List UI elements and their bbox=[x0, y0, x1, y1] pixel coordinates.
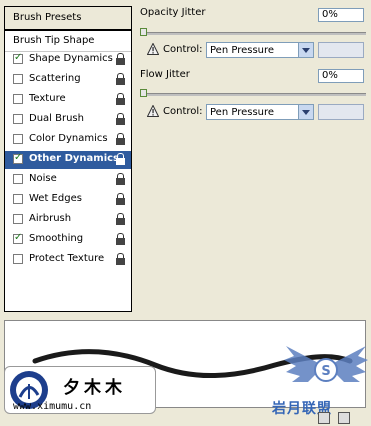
brush-tip-shape-label: Brush Tip Shape bbox=[13, 35, 95, 46]
lock-icon[interactable] bbox=[115, 253, 126, 265]
option-row[interactable]: Wet Edges bbox=[5, 191, 131, 209]
opacity-jitter-label: Opacity Jitter bbox=[140, 7, 206, 18]
flow-control-select[interactable]: Pen Pressure bbox=[206, 104, 314, 120]
option-checkbox[interactable] bbox=[13, 134, 23, 144]
watermark-url: www.ximumu.cn bbox=[13, 401, 92, 412]
lock-icon[interactable] bbox=[115, 113, 126, 125]
delete-preset-button[interactable] bbox=[338, 412, 350, 424]
opacity-jitter-input[interactable]: 0% bbox=[318, 8, 364, 22]
watermark-badge: 夕木木 www.ximumu.cn bbox=[4, 366, 156, 414]
opacity-control-value: Pen Pressure bbox=[210, 45, 275, 56]
option-label: Dual Brush bbox=[29, 113, 84, 124]
lock-icon[interactable] bbox=[115, 73, 126, 85]
option-label: Scattering bbox=[29, 73, 81, 84]
lock-icon[interactable] bbox=[115, 53, 126, 65]
flow-jitter-slider-thumb[interactable] bbox=[140, 89, 147, 97]
flow-minimum-field bbox=[318, 104, 364, 120]
option-row[interactable]: Other Dynamics bbox=[5, 151, 131, 169]
option-checkbox[interactable] bbox=[13, 94, 23, 104]
lock-icon[interactable] bbox=[115, 133, 126, 145]
lock-icon[interactable] bbox=[115, 193, 126, 205]
opacity-jitter-slider-thumb[interactable] bbox=[140, 28, 147, 36]
flow-jitter-label: Flow Jitter bbox=[140, 69, 190, 80]
opacity-control-label: Control: bbox=[163, 44, 203, 55]
option-checkbox[interactable] bbox=[13, 152, 23, 164]
option-checkbox[interactable] bbox=[13, 174, 23, 184]
option-checkbox[interactable] bbox=[13, 114, 23, 124]
option-label: Wet Edges bbox=[29, 193, 82, 204]
lock-icon[interactable] bbox=[115, 213, 126, 225]
chevron-down-icon[interactable] bbox=[298, 43, 313, 57]
option-row[interactable]: Color Dynamics bbox=[5, 131, 131, 149]
watermark-chinese-name: 夕木木 bbox=[63, 378, 126, 398]
brush-presets-label: Brush Presets bbox=[13, 12, 82, 23]
option-row[interactable]: Dual Brush bbox=[5, 111, 131, 129]
option-row[interactable]: Noise bbox=[5, 171, 131, 189]
option-row[interactable]: Smoothing bbox=[5, 231, 131, 249]
option-row[interactable]: Texture bbox=[5, 91, 131, 109]
lock-icon[interactable] bbox=[115, 233, 126, 245]
flow-jitter-input[interactable]: 0% bbox=[318, 69, 364, 83]
option-row[interactable]: Shape Dynamics bbox=[5, 51, 131, 69]
lock-icon[interactable] bbox=[115, 173, 126, 185]
option-label: Noise bbox=[29, 173, 57, 184]
lock-icon[interactable] bbox=[115, 93, 126, 105]
flow-control-value: Pen Pressure bbox=[210, 107, 275, 118]
brush-presets-item[interactable]: Brush Presets bbox=[5, 7, 131, 31]
svg-text:S: S bbox=[321, 364, 330, 379]
option-label: Smoothing bbox=[29, 233, 84, 244]
option-label: Shape Dynamics bbox=[29, 53, 113, 64]
option-checkbox[interactable] bbox=[13, 194, 23, 204]
opacity-control-select[interactable]: Pen Pressure bbox=[206, 42, 314, 58]
brush-panel: Brush Presets Brush Tip Shape Shape Dyna… bbox=[0, 0, 371, 426]
new-preset-button[interactable] bbox=[318, 412, 330, 424]
option-checkbox[interactable] bbox=[13, 214, 23, 224]
option-label: Other Dynamics bbox=[29, 153, 120, 164]
option-checkbox[interactable] bbox=[13, 254, 23, 264]
brush-options-list: Brush Presets Brush Tip Shape Shape Dyna… bbox=[4, 6, 132, 312]
dynamics-option-list: Shape Dynamics Scattering Texture Dual Brus… bbox=[5, 51, 131, 291]
option-row[interactable]: Airbrush bbox=[5, 211, 131, 229]
option-checkbox[interactable] bbox=[13, 52, 23, 64]
lock-icon[interactable] bbox=[115, 153, 126, 165]
option-row[interactable]: Scattering bbox=[5, 71, 131, 89]
flow-control-label: Control: bbox=[163, 106, 203, 117]
opacity-jitter-slider[interactable] bbox=[140, 32, 366, 35]
warning-icon bbox=[147, 43, 159, 55]
option-label: Texture bbox=[29, 93, 66, 104]
opacity-minimum-field bbox=[318, 42, 364, 58]
flow-jitter-slider[interactable] bbox=[140, 93, 366, 96]
option-checkbox[interactable] bbox=[13, 232, 23, 244]
brush-tip-shape-item[interactable]: Brush Tip Shape bbox=[5, 31, 131, 52]
option-checkbox[interactable] bbox=[13, 74, 23, 84]
option-label: Airbrush bbox=[29, 213, 72, 224]
option-label: Protect Texture bbox=[29, 253, 105, 264]
warning-icon bbox=[147, 105, 159, 117]
option-row[interactable]: Protect Texture bbox=[5, 251, 131, 269]
chevron-down-icon[interactable] bbox=[298, 105, 313, 119]
option-label: Color Dynamics bbox=[29, 133, 108, 144]
